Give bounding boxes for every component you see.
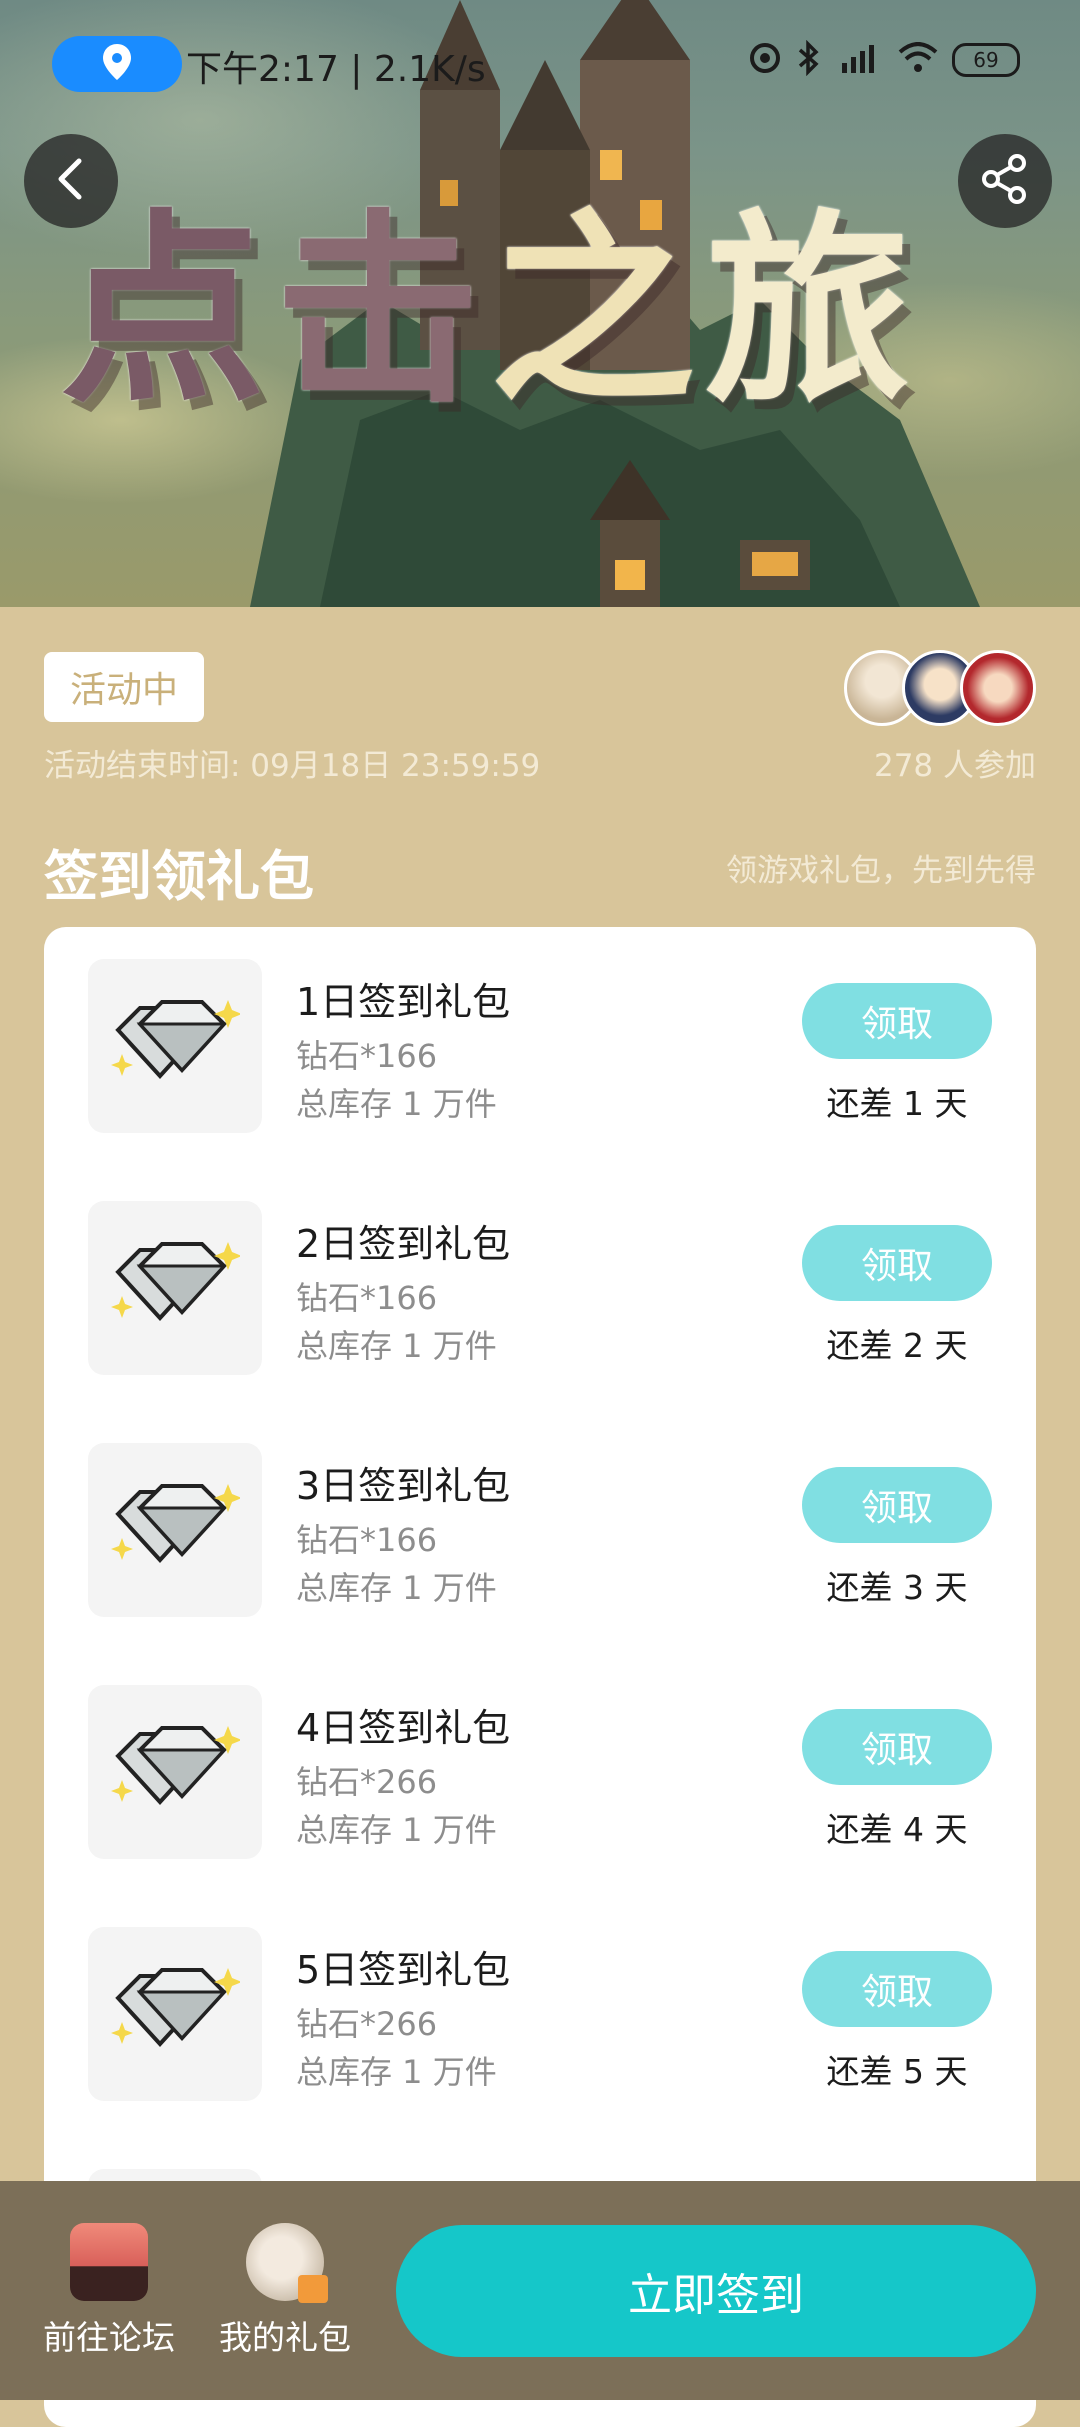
days-left: 还差 1 天	[826, 1084, 968, 1123]
title-char: 之	[490, 193, 705, 431]
participant-avatars[interactable]	[844, 650, 1036, 726]
sign-in-button[interactable]: 立即签到	[396, 2225, 1036, 2357]
gift-thumbnail	[88, 1685, 262, 1859]
gift-box-icon	[246, 2223, 328, 2303]
gift-thumbnail	[88, 1201, 262, 1375]
hero-banner: 下午2:17 | 2.1K/s 69 点击之旅	[0, 0, 1080, 607]
forum-link[interactable]: 前往论坛	[34, 2223, 184, 2359]
days-left: 还差 3 天	[826, 1568, 968, 1607]
claim-button[interactable]: 领取	[802, 1951, 992, 2027]
gift-stock: 总库存 1 万件	[296, 1569, 497, 1607]
my-gifts-label: 我的礼包	[219, 2318, 351, 2357]
title-char: 击	[275, 193, 490, 431]
days-left: 还差 5 天	[826, 2052, 968, 2091]
list-item: 4日签到礼包 钻石*266 总库存 1 万件 领取 还差 4 天	[44, 1653, 1036, 1859]
title-char: 旅	[705, 193, 920, 431]
share-button[interactable]	[958, 134, 1052, 228]
claim-button[interactable]: 领取	[802, 1709, 992, 1785]
hd-signal-icon	[836, 41, 884, 79]
diamond-icon	[110, 1236, 242, 1340]
gift-title: 1日签到礼包	[296, 980, 511, 1024]
status-icons: 69	[748, 39, 1020, 80]
avatar	[960, 650, 1036, 726]
section-title: 签到领礼包	[44, 845, 314, 908]
gift-diamond: 钻石*166	[296, 1037, 438, 1075]
gift-title: 2日签到礼包	[296, 1222, 511, 1266]
list-item: 3日签到礼包 钻石*166 总库存 1 万件 领取 还差 3 天	[44, 1411, 1036, 1617]
share-icon	[979, 153, 1031, 209]
gift-ribbon-icon	[298, 2275, 328, 2303]
gift-stock: 总库存 1 万件	[296, 1327, 497, 1365]
title-char: 点	[60, 193, 275, 431]
gift-diamond: 钻石*266	[296, 2005, 438, 2043]
gift-diamond: 钻石*166	[296, 1279, 438, 1317]
wifi-icon	[898, 42, 938, 78]
forum-icon	[70, 2223, 148, 2301]
claim-button[interactable]: 领取	[802, 983, 992, 1059]
gift-title: 3日签到礼包	[296, 1464, 511, 1508]
list-item: 5日签到礼包 钻石*266 总库存 1 万件 领取 还差 5 天	[44, 1895, 1036, 2101]
list-item: 2日签到礼包 钻石*166 总库存 1 万件 领取 还差 2 天	[44, 1169, 1036, 1375]
gift-stock: 总库存 1 万件	[296, 1811, 497, 1849]
hotspot-icon	[748, 41, 782, 79]
diamond-icon	[110, 1962, 242, 2066]
diamond-icon	[110, 994, 242, 1098]
gift-stock: 总库存 1 万件	[296, 1085, 497, 1123]
event-end-time: 活动结束时间: 09月18日 23:59:59	[44, 748, 541, 784]
gift-diamond: 钻石*266	[296, 1763, 438, 1801]
diamond-icon	[110, 1720, 242, 1824]
bluetooth-icon	[796, 39, 822, 80]
gift-title: 4日签到礼包	[296, 1706, 511, 1750]
days-left: 还差 2 天	[826, 1326, 968, 1365]
list-item: 1日签到礼包 钻石*166 总库存 1 万件 领取 还差 1 天	[44, 927, 1036, 1133]
my-gifts-link[interactable]: 我的礼包	[210, 2223, 360, 2359]
status-badge: 活动中	[44, 652, 205, 722]
status-time-speed: 下午2:17 | 2.1K/s	[186, 49, 486, 90]
battery-icon: 69	[952, 43, 1020, 77]
section-subtitle: 领游戏礼包，先到先得	[726, 853, 1036, 889]
gift-stock: 总库存 1 万件	[296, 2053, 497, 2091]
claim-button[interactable]: 领取	[802, 1225, 992, 1301]
diamond-icon	[110, 1478, 242, 1582]
location-icon	[102, 44, 132, 84]
status-bar: 下午2:17 | 2.1K/s 69	[0, 0, 1080, 120]
gift-thumbnail	[88, 1443, 262, 1617]
participant-count: 278 人参加	[873, 748, 1036, 784]
gift-thumbnail	[88, 959, 262, 1133]
battery-level: 69	[973, 48, 999, 72]
hero-title: 点击之旅	[60, 145, 920, 442]
forum-label: 前往论坛	[43, 2318, 175, 2357]
gift-diamond: 钻石*166	[296, 1521, 438, 1559]
days-left: 还差 4 天	[826, 1810, 968, 1849]
bottom-action-bar: 前往论坛 我的礼包 立即签到	[0, 2181, 1080, 2400]
gift-title: 5日签到礼包	[296, 1948, 511, 1992]
claim-button[interactable]: 领取	[802, 1467, 992, 1543]
location-pill[interactable]	[52, 36, 182, 92]
gift-thumbnail	[88, 1927, 262, 2101]
